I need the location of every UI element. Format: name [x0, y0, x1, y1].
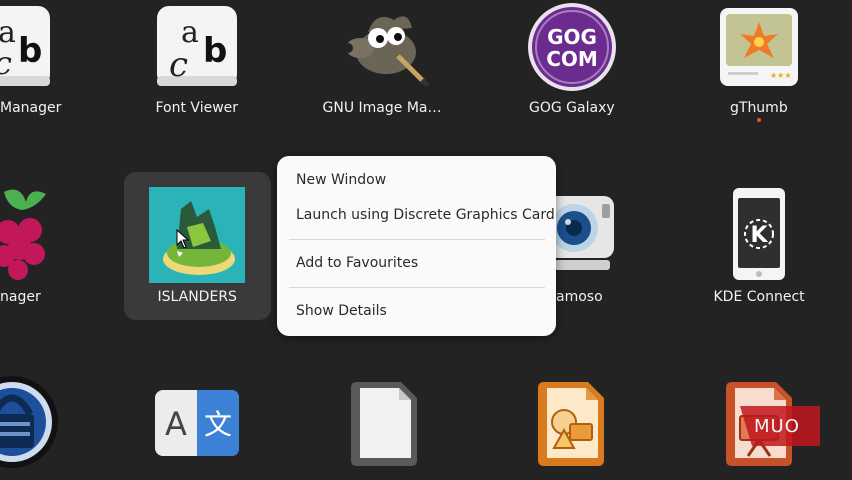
app-label: amoso	[556, 289, 603, 305]
watermark-logo: MUO	[740, 406, 820, 446]
font-manager-icon: a c b	[0, 6, 50, 86]
app-label: GOG Galaxy	[529, 100, 615, 116]
svg-text:c: c	[0, 44, 12, 82]
webcam-icon	[548, 196, 614, 270]
svg-text:文: 文	[204, 408, 232, 441]
gthumb-icon: ★★★	[720, 8, 798, 86]
translator-icon: A 文	[155, 390, 239, 456]
app-label: gThumb	[730, 100, 788, 116]
svg-text:b: b	[18, 31, 42, 71]
menu-item-add-to-favourites[interactable]: Add to Favourites	[296, 255, 418, 271]
menu-separator	[289, 287, 545, 288]
raspberry-pi-imager-icon	[0, 189, 46, 280]
app-label: ISLANDERS	[157, 289, 237, 305]
app-label: GNU Image Ma…	[322, 100, 442, 116]
svg-text:K: K	[750, 223, 768, 248]
keepassxc-icon	[0, 376, 58, 468]
menu-item-show-details[interactable]: Show Details	[296, 303, 387, 319]
app-context-menu: New Window Launch using Discrete Graphic…	[277, 156, 556, 336]
menu-item-launch-discrete-gpu[interactable]: Launch using Discrete Graphics Card	[296, 207, 555, 223]
svg-text:★★★: ★★★	[770, 71, 792, 80]
app-label: Font Viewer	[155, 100, 239, 116]
libreoffice-icon	[351, 382, 417, 466]
app-label: KDE Connect	[713, 289, 805, 305]
svg-text:c: c	[169, 45, 188, 85]
svg-text:b: b	[203, 31, 227, 71]
menu-item-new-window[interactable]: New Window	[296, 172, 386, 188]
kde-connect-icon: K	[733, 188, 785, 280]
svg-text:GOG: GOG	[547, 25, 597, 49]
svg-text:COM: COM	[546, 47, 598, 71]
running-indicator	[757, 118, 761, 122]
svg-text:A: A	[165, 405, 187, 443]
watermark-text: MUO	[754, 416, 800, 437]
mouse-cursor-icon	[176, 229, 190, 249]
gimp-icon	[343, 16, 430, 86]
menu-separator	[289, 239, 545, 240]
app-label: Manager	[0, 100, 62, 116]
libreoffice-draw-icon	[538, 382, 604, 466]
gog-galaxy-icon: GOG COM	[528, 3, 616, 91]
islanders-icon	[149, 187, 245, 283]
font-viewer-icon: a c b	[157, 6, 237, 86]
app-label: nager	[0, 289, 41, 305]
